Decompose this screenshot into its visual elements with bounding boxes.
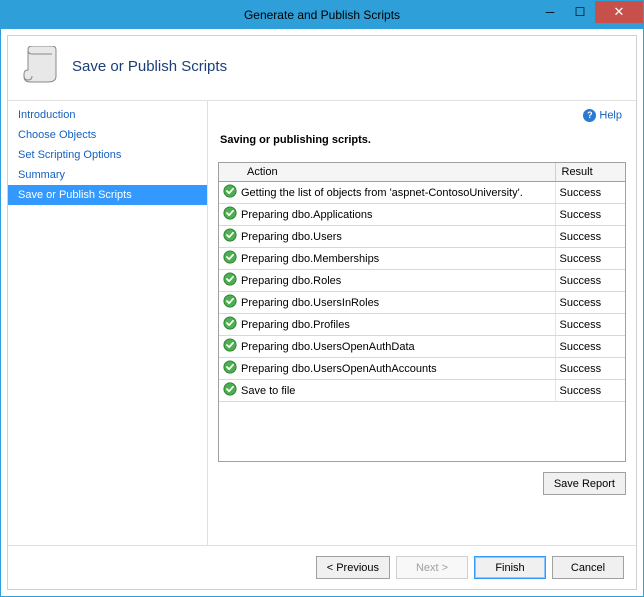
table-row: Preparing dbo.Roles Success xyxy=(219,270,625,292)
sidebar-item-choose-objects[interactable]: Choose Objects xyxy=(8,125,207,145)
status-text: Saving or publishing scripts. xyxy=(218,130,626,162)
minimize-button[interactable]: ─ xyxy=(535,1,565,23)
help-row: ?Help xyxy=(218,107,626,130)
action-text: Preparing dbo.Profiles xyxy=(241,319,350,331)
action-text: Preparing dbo.UsersOpenAuthData xyxy=(241,341,415,353)
result-text: Success xyxy=(555,380,625,402)
save-report-row: Save Report xyxy=(218,462,626,499)
result-text: Success xyxy=(555,182,625,204)
action-text: Preparing dbo.Memberships xyxy=(241,253,379,265)
success-icon xyxy=(223,206,237,223)
titlebar: Generate and Publish Scripts ─ ☐ ✕ xyxy=(1,1,643,29)
previous-button[interactable]: < Previous xyxy=(316,556,390,579)
page-title: Save or Publish Scripts xyxy=(72,58,227,75)
result-text: Success xyxy=(555,314,625,336)
save-report-button[interactable]: Save Report xyxy=(543,472,626,495)
action-text: Preparing dbo.UsersInRoles xyxy=(241,297,379,309)
result-text: Success xyxy=(555,248,625,270)
table-row: Preparing dbo.UsersOpenAuthAccounts Succe… xyxy=(219,358,625,380)
success-icon xyxy=(223,228,237,245)
table-row: Getting the list of objects from 'aspnet… xyxy=(219,182,625,204)
result-text: Success xyxy=(555,204,625,226)
wizard-window: Generate and Publish Scripts ─ ☐ ✕ Save … xyxy=(0,0,644,597)
progress-tbody: Getting the list of objects from 'aspnet… xyxy=(219,182,625,402)
sidebar-item-set-scripting-options[interactable]: Set Scripting Options xyxy=(8,145,207,165)
wizard-body: IntroductionChoose ObjectsSet Scripting … xyxy=(8,101,636,545)
window-controls: ─ ☐ ✕ xyxy=(535,1,643,23)
next-button: Next > xyxy=(396,556,468,579)
sidebar-item-introduction[interactable]: Introduction xyxy=(8,105,207,125)
action-text: Preparing dbo.UsersOpenAuthAccounts xyxy=(241,363,437,375)
result-text: Success xyxy=(555,292,625,314)
success-icon xyxy=(223,316,237,333)
finish-button[interactable]: Finish xyxy=(474,556,546,579)
table-row: Preparing dbo.Memberships Success xyxy=(219,248,625,270)
action-text: Preparing dbo.Roles xyxy=(241,275,341,287)
sidebar-item-save-or-publish-scripts[interactable]: Save or Publish Scripts xyxy=(8,185,207,205)
action-text: Preparing dbo.Users xyxy=(241,231,342,243)
success-icon xyxy=(223,338,237,355)
action-text: Save to file xyxy=(241,385,295,397)
wizard-inner: Save or Publish Scripts IntroductionChoo… xyxy=(7,35,637,590)
result-text: Success xyxy=(555,358,625,380)
result-text: Success xyxy=(555,226,625,248)
close-button[interactable]: ✕ xyxy=(595,1,643,23)
table-row: Preparing dbo.UsersOpenAuthData Success xyxy=(219,336,625,358)
sidebar: IntroductionChoose ObjectsSet Scripting … xyxy=(8,101,208,545)
wizard-footer: < Previous Next > Finish Cancel xyxy=(8,545,636,589)
wizard-header: Save or Publish Scripts xyxy=(8,36,636,101)
col-action: Action xyxy=(219,163,555,182)
table-row: Preparing dbo.Profiles Success xyxy=(219,314,625,336)
result-text: Success xyxy=(555,270,625,292)
success-icon xyxy=(223,272,237,289)
success-icon xyxy=(223,360,237,377)
table-row: Save to file Success xyxy=(219,380,625,402)
action-text: Preparing dbo.Applications xyxy=(241,209,372,221)
success-icon xyxy=(223,250,237,267)
col-result: Result xyxy=(555,163,625,182)
action-text: Getting the list of objects from 'aspnet… xyxy=(241,187,523,199)
progress-table: Action Result Getting the list of object… xyxy=(218,162,626,462)
success-icon xyxy=(223,382,237,399)
maximize-button[interactable]: ☐ xyxy=(565,1,595,23)
table-row: Preparing dbo.Users Success xyxy=(219,226,625,248)
table-row: Preparing dbo.Applications Success xyxy=(219,204,625,226)
help-icon: ? xyxy=(583,109,596,122)
cancel-button[interactable]: Cancel xyxy=(552,556,624,579)
help-link[interactable]: Help xyxy=(599,109,622,121)
script-icon xyxy=(22,46,58,86)
result-text: Success xyxy=(555,336,625,358)
success-icon xyxy=(223,184,237,201)
table-row: Preparing dbo.UsersInRoles Success xyxy=(219,292,625,314)
success-icon xyxy=(223,294,237,311)
sidebar-item-summary[interactable]: Summary xyxy=(8,165,207,185)
main-panel: ?Help Saving or publishing scripts. Acti… xyxy=(208,101,636,545)
